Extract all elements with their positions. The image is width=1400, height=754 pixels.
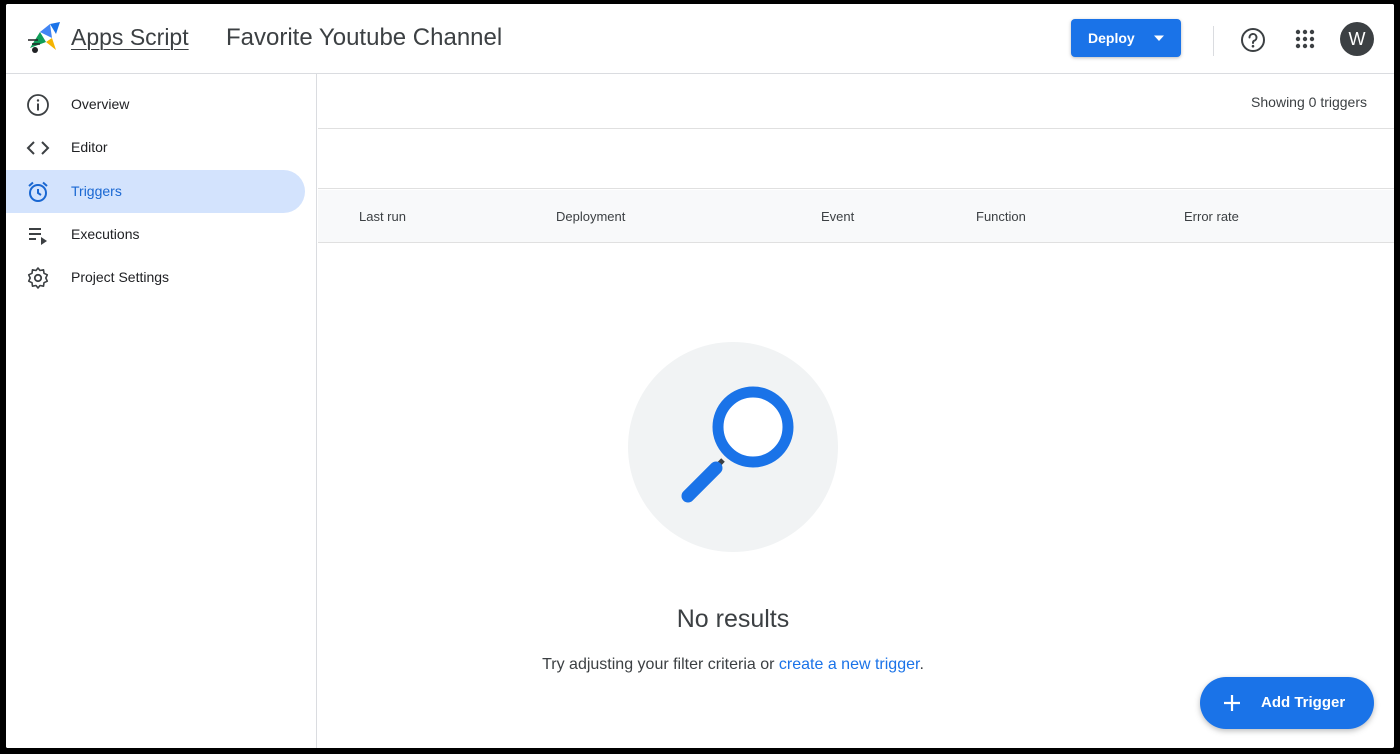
gear-icon [27, 267, 49, 289]
header-divider [1213, 26, 1214, 56]
plus-icon [1224, 695, 1240, 711]
code-icon [26, 141, 50, 155]
column-header-error-rate[interactable]: Error rate [1184, 209, 1239, 224]
table-header: Last run Deployment Event Function Error… [318, 190, 1394, 243]
create-trigger-link[interactable]: create a new trigger [779, 656, 920, 673]
add-trigger-label: Add Trigger [1261, 694, 1346, 711]
alarm-clock-icon [28, 181, 48, 202]
sidebar-item-label: Triggers [71, 183, 122, 199]
deploy-button-label: Deploy [1088, 30, 1135, 46]
sidebar-item-triggers[interactable]: Triggers [6, 170, 305, 213]
add-trigger-button[interactable]: Add Trigger [1200, 677, 1374, 729]
triggers-panel: Showing 0 triggers Last run Deployment E… [318, 74, 1394, 748]
sidebar-item-project-settings[interactable]: Project Settings [6, 256, 305, 299]
apps-script-logo-icon[interactable] [26, 20, 66, 54]
sidebar-item-executions[interactable]: Executions [6, 213, 305, 256]
caret-down-icon [1154, 35, 1164, 41]
column-header-last-run[interactable]: Last run [359, 209, 406, 224]
info-icon [27, 94, 49, 116]
status-bar: Showing 0 triggers [318, 74, 1394, 129]
help-circle-icon[interactable] [1240, 27, 1266, 53]
column-header-event[interactable]: Event [821, 209, 854, 224]
sidebar-item-label: Executions [71, 226, 140, 242]
account-avatar[interactable]: W [1340, 22, 1374, 56]
apps-grid-icon[interactable] [1294, 28, 1316, 50]
app-window: Apps Script Favorite Youtube Channel Dep… [6, 4, 1394, 748]
empty-state-hint: Try adjusting your filter criteria or [542, 656, 779, 673]
empty-state-title: No results [676, 605, 790, 633]
column-header-deployment[interactable]: Deployment [556, 209, 625, 224]
deploy-button[interactable]: Deploy [1071, 19, 1181, 57]
column-header-function[interactable]: Function [976, 209, 1026, 224]
sidebar-item-label: Overview [71, 96, 130, 112]
project-title[interactable]: Favorite Youtube Channel [226, 24, 502, 52]
sidebar-item-overview[interactable]: Overview [6, 83, 305, 126]
apps-script-home-link[interactable]: Apps Script [71, 24, 189, 51]
sidebar-item-label: Project Settings [71, 269, 170, 285]
sidebar-item-label: Editor [71, 139, 108, 155]
playlist-play-icon [29, 228, 47, 245]
sidebar-item-editor[interactable]: Editor [6, 126, 305, 169]
search-magnifier-icon [681, 386, 794, 503]
empty-state-illustration [628, 342, 838, 552]
filter-row[interactable] [318, 130, 1394, 189]
empty-state-text: Try adjusting your filter criteria or cr… [318, 656, 1148, 674]
sidebar: Overview Editor Triggers Executions Proj… [6, 74, 317, 748]
trigger-count: Showing 0 triggers [1251, 94, 1367, 110]
top-bar: Apps Script Favorite Youtube Channel Dep… [6, 4, 1394, 74]
empty-state-period: . [919, 656, 924, 673]
